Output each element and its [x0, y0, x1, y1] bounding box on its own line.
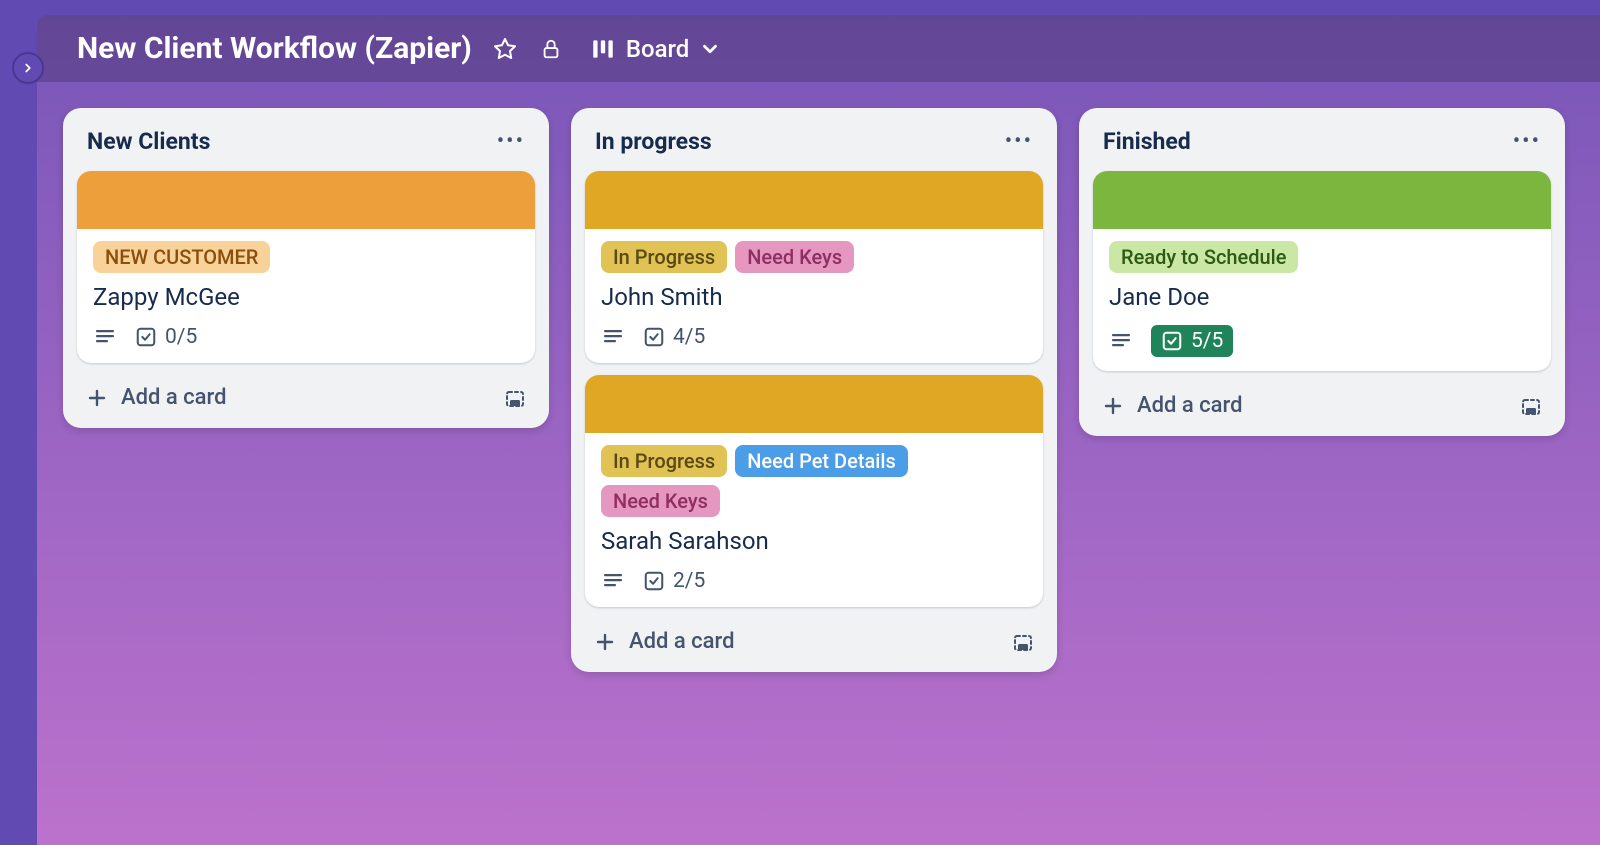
checklist-badge: 4/5 [643, 325, 705, 349]
board-icon [590, 36, 616, 62]
list-footer: Add a card [585, 619, 1043, 656]
card[interactable]: NEW CUSTOMER Zappy McGee 0/5 [77, 171, 535, 363]
plus-icon [85, 386, 109, 410]
add-card-label: Add a card [1137, 393, 1243, 418]
card-body: NEW CUSTOMER Zappy McGee 0/5 [77, 229, 535, 363]
list-name[interactable]: Finished [1103, 128, 1191, 155]
template-icon [1519, 394, 1543, 418]
description-badge [1109, 329, 1133, 353]
checklist-badge: 0/5 [135, 325, 197, 349]
card-template-button[interactable] [1011, 630, 1035, 654]
card-label[interactable]: NEW CUSTOMER [93, 241, 270, 273]
plus-icon [1101, 394, 1125, 418]
add-card-label: Add a card [629, 629, 735, 654]
card-label[interactable]: Need Keys [601, 485, 720, 517]
visibility-button[interactable] [538, 36, 564, 62]
card-labels: NEW CUSTOMER [93, 241, 519, 273]
list-menu-button[interactable]: ••• [497, 129, 525, 154]
list-menu-button[interactable]: ••• [1513, 129, 1541, 154]
card-cover [585, 171, 1043, 229]
card-labels: In ProgressNeed Keys [601, 241, 1027, 273]
card-labels: Ready to Schedule [1109, 241, 1535, 273]
list-name[interactable]: In progress [595, 128, 712, 155]
add-card-button[interactable]: Add a card [1101, 393, 1243, 418]
card-cover [585, 375, 1043, 433]
card-title: Zappy McGee [93, 283, 519, 311]
view-switcher[interactable]: Board [590, 35, 722, 63]
chevron-down-icon [699, 38, 721, 60]
card-body: In ProgressNeed Keys John Smith 4/5 [585, 229, 1043, 363]
card[interactable]: In ProgressNeed Keys John Smith 4/5 [585, 171, 1043, 363]
star-button[interactable] [492, 36, 518, 62]
description-badge [93, 325, 117, 349]
card-title: Sarah Sarahson [601, 527, 1027, 555]
card-title: Jane Doe [1109, 283, 1535, 311]
card-badges: 0/5 [93, 325, 519, 349]
expand-sidebar-button[interactable] [12, 52, 44, 84]
description-icon [1109, 329, 1133, 353]
checklist-icon [135, 326, 157, 348]
checklist-count: 4/5 [673, 325, 705, 349]
list-header: In progress ••• [585, 122, 1043, 171]
checklist-badge: 2/5 [643, 569, 705, 593]
card-title: John Smith [601, 283, 1027, 311]
star-icon [493, 37, 517, 61]
app-frame: New Client Workflow (Zapier) Board New C… [0, 0, 1600, 845]
card-cover [1093, 171, 1551, 229]
card-template-button[interactable] [503, 386, 527, 410]
list-footer: Add a card [77, 375, 535, 412]
list: In progress•••In ProgressNeed KeysJohn S… [571, 108, 1057, 672]
description-badge [601, 569, 625, 593]
checklist-icon [643, 326, 665, 348]
card-label[interactable]: In Progress [601, 445, 727, 477]
card-body: In ProgressNeed Pet Details Need Keys Sara… [585, 433, 1043, 607]
add-card-button[interactable]: Add a card [593, 629, 735, 654]
card-label[interactable]: Need Keys [735, 241, 854, 273]
card-cover [77, 171, 535, 229]
template-icon [503, 386, 527, 410]
checklist-icon [643, 570, 665, 592]
card-badges: 4/5 [601, 325, 1027, 349]
add-card-button[interactable]: Add a card [85, 385, 227, 410]
list-menu-button[interactable]: ••• [1005, 129, 1033, 154]
list-header: New Clients ••• [77, 122, 535, 171]
chevron-right-icon [21, 61, 35, 75]
description-icon [601, 569, 625, 593]
card-label[interactable]: In Progress [601, 241, 727, 273]
description-icon [93, 325, 117, 349]
list-name[interactable]: New Clients [87, 128, 210, 155]
card-template-button[interactable] [1519, 394, 1543, 418]
list-footer: Add a card [1093, 383, 1551, 420]
lock-icon [540, 38, 562, 60]
checklist-badge: 5/5 [1151, 325, 1233, 357]
checklist-count: 5/5 [1191, 329, 1223, 353]
card[interactable]: Ready to Schedule Jane Doe 5/5 [1093, 171, 1551, 371]
description-badge [601, 325, 625, 349]
checklist-count: 0/5 [165, 325, 197, 349]
description-icon [601, 325, 625, 349]
template-icon [1011, 630, 1035, 654]
checklist-count: 2/5 [673, 569, 705, 593]
card-badges: 2/5 [601, 569, 1027, 593]
card-label[interactable]: Need Pet Details [735, 445, 908, 477]
board-shell: New Client Workflow (Zapier) Board New C… [37, 15, 1600, 845]
list: New Clients ••• NEW CUSTOMER Zappy McGee 0/5… [63, 108, 549, 428]
list-header: Finished ••• [1093, 122, 1551, 171]
checklist-icon [1161, 330, 1183, 352]
card-body: Ready to Schedule Jane Doe 5/5 [1093, 229, 1551, 371]
board-canvas: New Clients ••• NEW CUSTOMER Zappy McGee 0/5… [37, 82, 1600, 698]
board-title[interactable]: New Client Workflow (Zapier) [77, 31, 472, 66]
plus-icon [593, 630, 617, 654]
board-header: New Client Workflow (Zapier) Board [37, 15, 1600, 82]
list: Finished ••• Ready to Schedule Jane Doe 5/5 A… [1079, 108, 1565, 436]
card-label[interactable]: Ready to Schedule [1109, 241, 1298, 273]
card[interactable]: In ProgressNeed Pet Details Need Keys Sara… [585, 375, 1043, 607]
card-badges: 5/5 [1109, 325, 1535, 357]
view-label: Board [626, 35, 690, 63]
card-labels: In ProgressNeed Pet Details Need Keys [601, 445, 1027, 517]
add-card-label: Add a card [121, 385, 227, 410]
